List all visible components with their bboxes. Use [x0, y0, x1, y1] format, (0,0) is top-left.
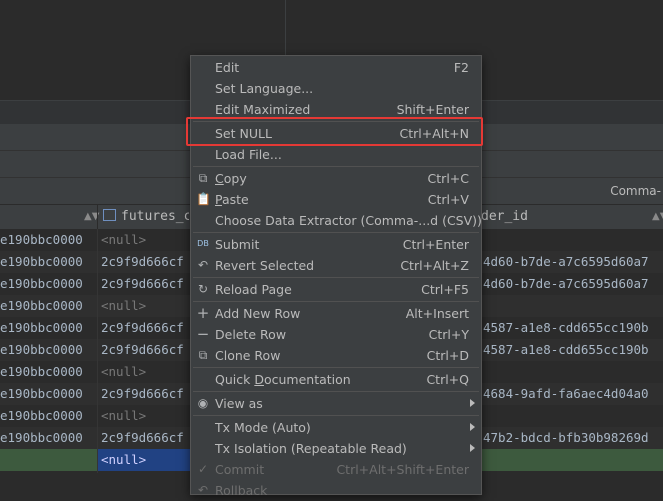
menu-item-submit[interactable]: DB Submit Ctrl+Enter — [191, 234, 481, 255]
column-header-order-id[interactable]: der_id — [481, 205, 631, 229]
column-icon — [103, 209, 116, 221]
menu-item-delete-row[interactable]: − Delete Row Ctrl+Y — [191, 324, 481, 345]
minus-icon: − — [196, 325, 210, 343]
submenu-arrow-icon — [470, 444, 475, 452]
sort-icon[interactable]: ▲▼ — [652, 205, 663, 229]
reload-icon: ↻ — [197, 282, 209, 296]
pane-divider[interactable] — [285, 0, 286, 55]
copy-icon: ⧉ — [198, 171, 208, 185]
menu-item-reload-page[interactable]: ↻ Reload Page Ctrl+F5 — [191, 279, 481, 300]
check-icon: ✓ — [197, 462, 209, 476]
submenu-arrow-icon — [470, 423, 475, 431]
column-header-futures[interactable]: futures_c — [103, 205, 189, 229]
revert-icon: ↶ — [197, 258, 209, 272]
clone-icon: ⧉ — [198, 348, 208, 362]
menu-item-quick-documentation[interactable]: Quick Documentation Ctrl+Q — [191, 369, 481, 390]
menu-item-set-language[interactable]: Set Language... — [191, 78, 481, 99]
menu-item-clone-row[interactable]: ⧉ Clone Row Ctrl+D — [191, 345, 481, 366]
menu-item-tx-isolation[interactable]: Tx Isolation (Repeatable Read) — [191, 438, 481, 459]
db-submit-icon: DB — [197, 239, 209, 248]
column-divider — [97, 229, 98, 473]
menu-item-tx-mode[interactable]: Tx Mode (Auto) — [191, 417, 481, 438]
menu-item-load-file[interactable]: Load File... — [191, 144, 481, 165]
data-extractor-selector[interactable]: Comma- — [610, 184, 661, 198]
menu-item-rollback[interactable]: ↶ Rollback — [191, 480, 481, 501]
menu-item-paste[interactable]: 📋 Paste Ctrl+V — [191, 189, 481, 210]
menu-item-view-as[interactable]: ◉ View as — [191, 393, 481, 414]
highlight-box — [186, 117, 483, 146]
plus-icon: + — [196, 304, 210, 322]
paste-icon: 📋 — [196, 192, 211, 206]
menu-item-revert-selected[interactable]: ↶ Revert Selected Ctrl+Alt+Z — [191, 255, 481, 276]
menu-item-add-new-row[interactable]: + Add New Row Alt+Insert — [191, 303, 481, 324]
menu-item-commit[interactable]: ✓ Commit Ctrl+Alt+Shift+Enter — [191, 459, 481, 480]
submenu-arrow-icon — [470, 399, 475, 407]
menu-item-copy[interactable]: ⧉ Copy Ctrl+C — [191, 168, 481, 189]
selected-cell[interactable]: <null> — [97, 449, 190, 471]
menu-item-choose-data-extractor[interactable]: Choose Data Extractor (Comma-...d (CSV)) — [191, 210, 482, 231]
menu-item-edit[interactable]: Edit F2 — [191, 57, 481, 78]
undo-icon: ↶ — [197, 483, 209, 497]
eye-icon: ◉ — [197, 396, 209, 410]
